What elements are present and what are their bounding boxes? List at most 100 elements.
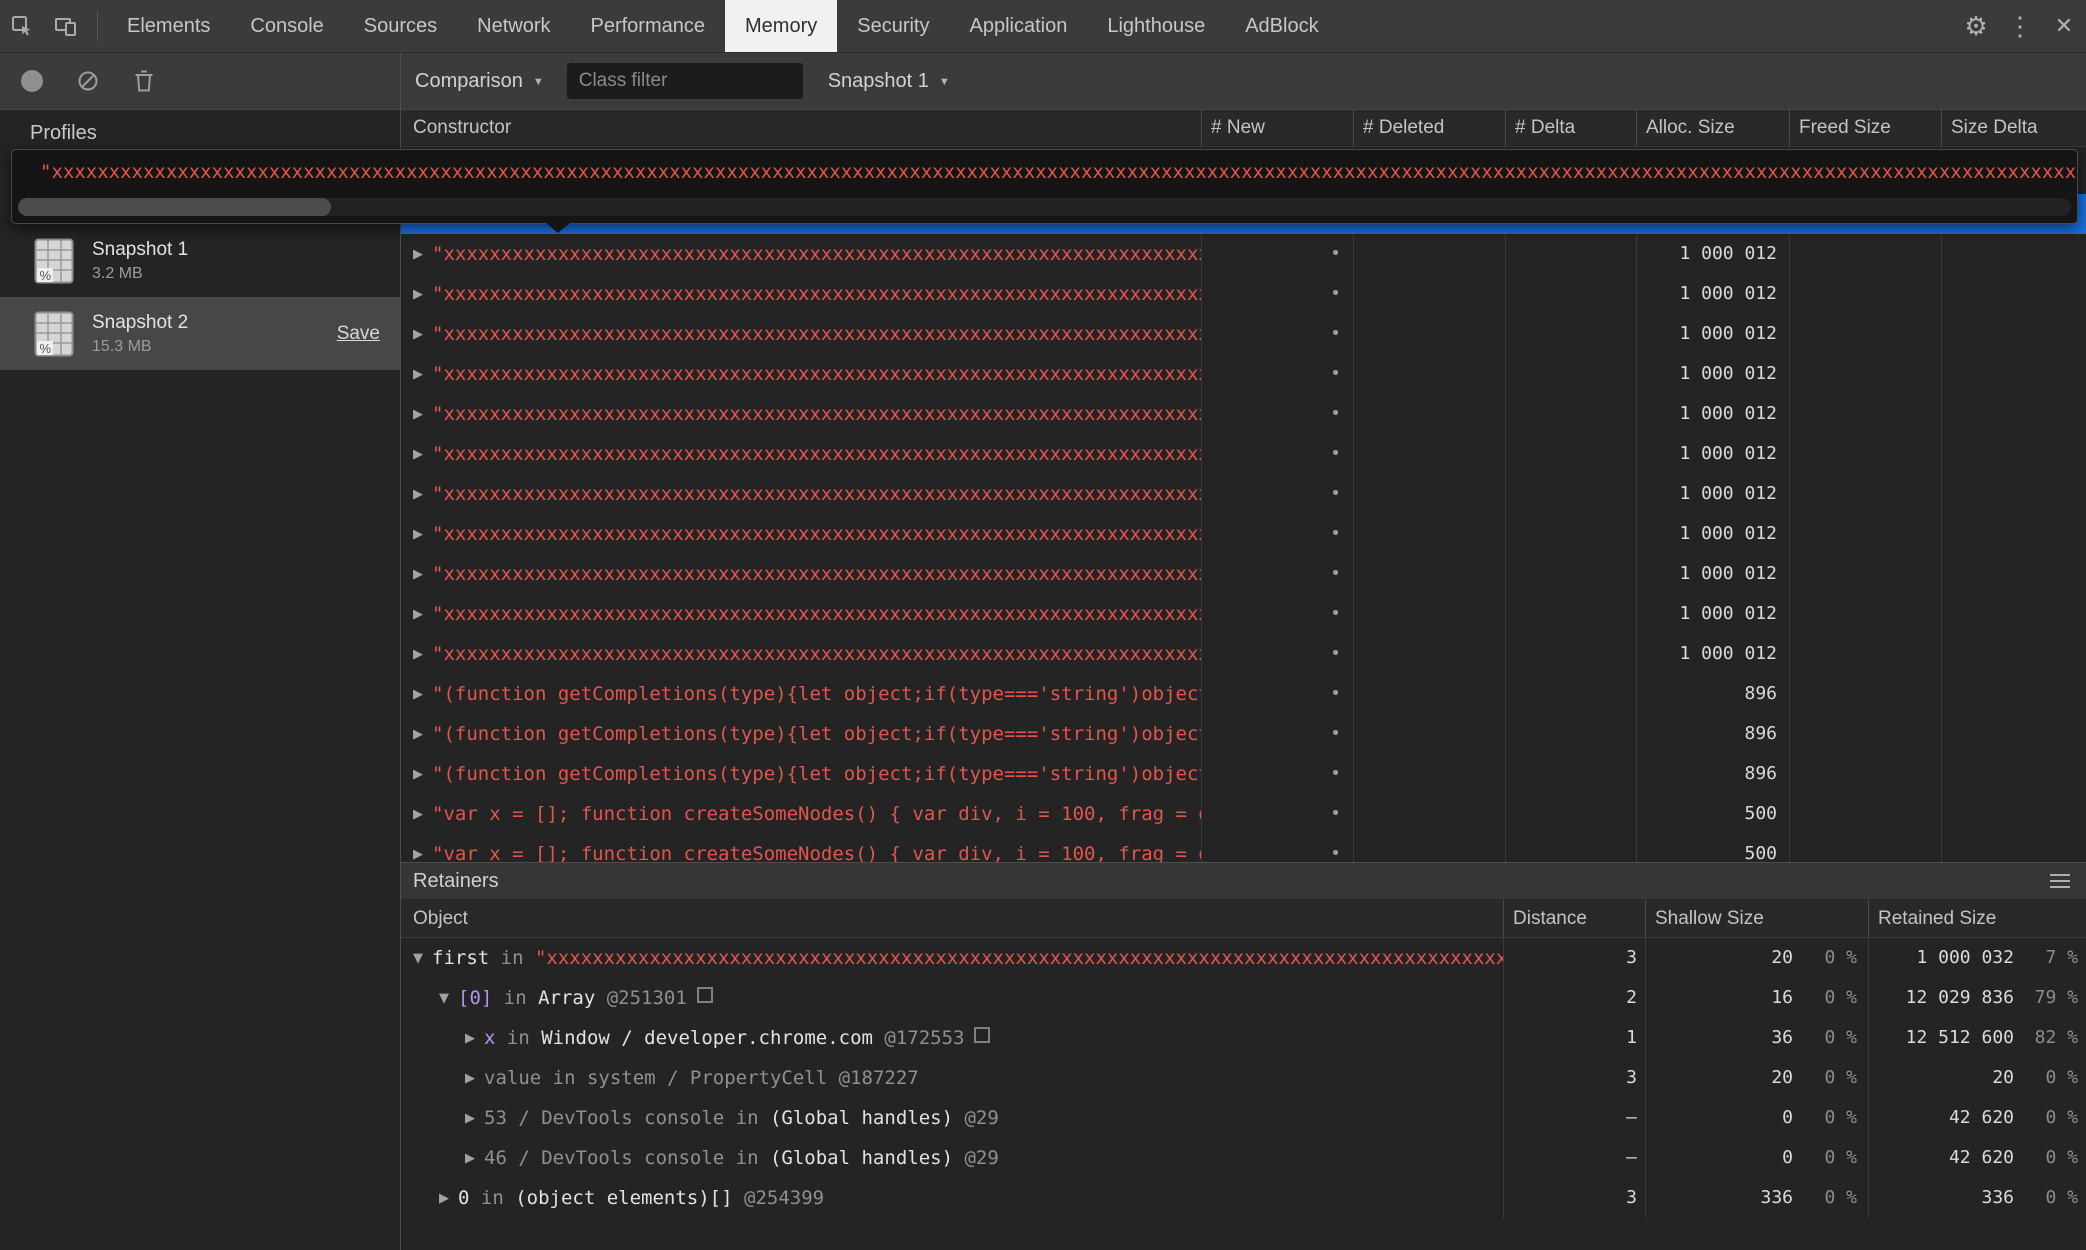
tooltip-scrollbar[interactable]: [18, 198, 2071, 216]
expander-icon[interactable]: ▶: [465, 1059, 475, 1098]
distance-cell: 3: [1503, 1178, 1645, 1218]
col-header-constructor[interactable]: Constructor: [400, 110, 1201, 146]
shallow-size-cell: 360 %: [1645, 1018, 1868, 1058]
heap-grid-row[interactable]: ▶"xxxxxxxxxxxxxxxxxxxxxxxxxxxxxxxxxxxxxx…: [400, 434, 2086, 474]
heap-grid-row[interactable]: ▶"xxxxxxxxxxxxxxxxxxxxxxxxxxxxxxxxxxxxxx…: [400, 394, 2086, 434]
tab-adblock[interactable]: AdBlock: [1225, 0, 1338, 52]
shallow-size-cell: 200 %: [1645, 938, 1868, 978]
heap-grid-row[interactable]: ▶"var x = []; function createSomeNodes()…: [400, 834, 2086, 862]
retainers-col-header-object[interactable]: Object: [400, 900, 1503, 937]
expander-icon[interactable]: ▶: [465, 1139, 475, 1178]
expander-icon[interactable]: ▶: [413, 795, 423, 834]
heap-grid-row[interactable]: ▶"xxxxxxxxxxxxxxxxxxxxxxxxxxxxxxxxxxxxxx…: [400, 274, 2086, 314]
expander-icon[interactable]: ▶: [465, 1099, 475, 1138]
expander-icon[interactable]: ▶: [413, 635, 423, 674]
inspect-button[interactable]: [0, 0, 44, 52]
col-header-size-delta[interactable]: Size Delta: [1941, 110, 2086, 146]
trash-icon: [131, 68, 157, 94]
expander-icon[interactable]: ▶: [413, 435, 423, 474]
col-header-delta[interactable]: # Delta: [1505, 110, 1636, 146]
tab-security[interactable]: Security: [837, 0, 949, 52]
retainers-titlebar: Retainers: [400, 863, 2086, 900]
tab-console[interactable]: Console: [230, 0, 343, 52]
save-link[interactable]: Save: [337, 323, 380, 345]
profile-item-snapshot-1[interactable]: % Snapshot 13.2 MB: [0, 224, 400, 297]
alloc-size-cell: 1 000 012: [1636, 354, 1789, 394]
constructor-cell: ▶"xxxxxxxxxxxxxxxxxxxxxxxxxxxxxxxxxxxxxx…: [400, 594, 1201, 634]
expander-icon[interactable]: ▼: [413, 939, 423, 978]
reveal-icon[interactable]: [697, 987, 713, 1003]
expander-icon[interactable]: ▶: [413, 515, 423, 554]
heap-grid-row[interactable]: ▶"xxxxxxxxxxxxxxxxxxxxxxxxxxxxxxxxxxxxxx…: [400, 634, 2086, 674]
close-devtools-button[interactable]: ✕: [2042, 0, 2086, 52]
constructor-text: "xxxxxxxxxxxxxxxxxxxxxxxxxxxxxxxxxxxxxxx…: [432, 243, 1201, 265]
retainer-row[interactable]: ▶value in system / PropertyCell @1872273…: [400, 1058, 2086, 1098]
perspective-select[interactable]: Comparison ▼: [408, 53, 551, 109]
device-toolbar-button[interactable]: [44, 0, 88, 52]
heap-toolbar: Comparison ▼ Snapshot 1 ▼: [400, 53, 2086, 109]
constructor-cell: ▶"(function getCompletions(type){let obj…: [400, 674, 1201, 714]
heap-grid-row[interactable]: ▶ "xxxxxxxxxxxxxxxxxxxxxxxxxxxxxxxxxxxxxx…: [400, 314, 2086, 354]
tab-lighthouse[interactable]: Lighthouse: [1087, 0, 1225, 52]
tab-memory[interactable]: Memory: [725, 0, 837, 52]
heap-grid-row[interactable]: ▶"(function getCompletions(type){let obj…: [400, 714, 2086, 754]
expander-icon[interactable]: ▶: [413, 715, 423, 754]
retainer-row[interactable]: ▶x in Window / developer.chrome.com @172…: [400, 1018, 2086, 1058]
heap-grid-row[interactable]: ▶"(function getCompletions(type){let obj…: [400, 674, 2086, 714]
expander-icon[interactable]: ▶: [413, 555, 423, 594]
heap-grid-row[interactable]: ▶"xxxxxxxxxxxxxxxxxxxxxxxxxxxxxxxxxxxxxx…: [400, 514, 2086, 554]
expander-icon[interactable]: ▼: [439, 979, 449, 1018]
tab-performance[interactable]: Performance: [571, 0, 726, 52]
constructor-text: "xxxxxxxxxxxxxxxxxxxxxxxxxxxxxxxxxxxxxxx…: [432, 323, 1201, 345]
tab-elements[interactable]: Elements: [107, 0, 230, 52]
expander-icon[interactable]: ▶: [413, 475, 423, 514]
expander-icon[interactable]: ▶: [413, 835, 423, 862]
expander-icon[interactable]: ▶: [413, 235, 423, 274]
expander-icon[interactable]: ▶: [413, 275, 423, 314]
heap-grid-row[interactable]: ▶ "xxxxxxxxxxxxxxxxxxxxxxxxxxxxxxxxxxxxxx…: [400, 234, 2086, 274]
scrollbar-thumb[interactable]: [18, 198, 331, 216]
retainers-col-header-distance[interactable]: Distance: [1503, 900, 1645, 937]
retainer-object-cell: ▶0 in (object elements)[] @254399: [400, 1178, 1503, 1218]
expander-icon[interactable]: ▶: [413, 675, 423, 714]
retainer-row[interactable]: ▶53 / DevTools console in (Global handle…: [400, 1098, 2086, 1138]
heap-grid-row[interactable]: ▶"xxxxxxxxxxxxxxxxxxxxxxxxxxxxxxxxxxxxxx…: [400, 474, 2086, 514]
expander-icon[interactable]: ▶: [413, 595, 423, 634]
class-filter-input[interactable]: [567, 63, 803, 99]
settings-button[interactable]: ⚙: [1954, 0, 1998, 52]
col-header-alloc-size[interactable]: Alloc. Size: [1636, 110, 1789, 146]
shallow-size-value: 336: [1645, 1178, 1793, 1218]
expander-icon[interactable]: ▶: [439, 1179, 449, 1218]
expander-icon[interactable]: ▶: [413, 315, 423, 354]
retainers-col-header-retained-size[interactable]: Retained Size: [1868, 900, 2086, 937]
tab-network[interactable]: Network: [457, 0, 570, 52]
expander-icon[interactable]: ▶: [413, 355, 423, 394]
reveal-icon[interactable]: [974, 1027, 990, 1043]
clear-profiles-button[interactable]: [66, 53, 110, 109]
profile-item-snapshot-2[interactable]: % Snapshot 215.3 MBSave: [0, 297, 400, 370]
expander-icon[interactable]: ▶: [465, 1019, 475, 1058]
retainer-row[interactable]: ▶0 in (object elements)[] @25439933360 %…: [400, 1178, 2086, 1218]
base-snapshot-select[interactable]: Snapshot 1 ▼: [821, 53, 957, 109]
tab-sources[interactable]: Sources: [344, 0, 457, 52]
retainers-col-header-shallow-size[interactable]: Shallow Size: [1645, 900, 1868, 937]
col-header-deleted[interactable]: # Deleted: [1353, 110, 1505, 146]
retainer-row[interactable]: ▼first in "xxxxxxxxxxxxxxxxxxxxxxxxxxxxx…: [400, 938, 2086, 978]
tab-application[interactable]: Application: [949, 0, 1087, 52]
heap-grid-row[interactable]: ▶"var x = []; function createSomeNodes()…: [400, 794, 2086, 834]
profile-title: Snapshot 1: [92, 239, 188, 261]
heap-grid-row[interactable]: ▶"xxxxxxxxxxxxxxxxxxxxxxxxxxxxxxxxxxxxxx…: [400, 594, 2086, 634]
col-header-freed-size[interactable]: Freed Size: [1789, 110, 1941, 146]
more-options-button[interactable]: ⋮: [1998, 0, 2042, 52]
heap-grid-row[interactable]: ▶"xxxxxxxxxxxxxxxxxxxxxxxxxxxxxxxxxxxxxx…: [400, 554, 2086, 594]
menu-icon[interactable]: [2050, 874, 2070, 888]
record-heap-button[interactable]: [10, 53, 54, 109]
heap-grid-row[interactable]: ▶"xxxxxxxxxxxxxxxxxxxxxxxxxxxxxxxxxxxxxx…: [400, 354, 2086, 394]
expander-icon[interactable]: ▶: [413, 755, 423, 794]
retainer-row[interactable]: ▶46 / DevTools console in (Global handle…: [400, 1138, 2086, 1178]
heap-grid-row[interactable]: ▶"(function getCompletions(type){let obj…: [400, 754, 2086, 794]
col-header-new[interactable]: # New: [1201, 110, 1353, 146]
delete-profile-button[interactable]: [122, 53, 166, 109]
expander-icon[interactable]: ▶: [413, 395, 423, 434]
retainer-row[interactable]: ▼[0] in Array @2513012160 %12 029 83679 …: [400, 978, 2086, 1018]
